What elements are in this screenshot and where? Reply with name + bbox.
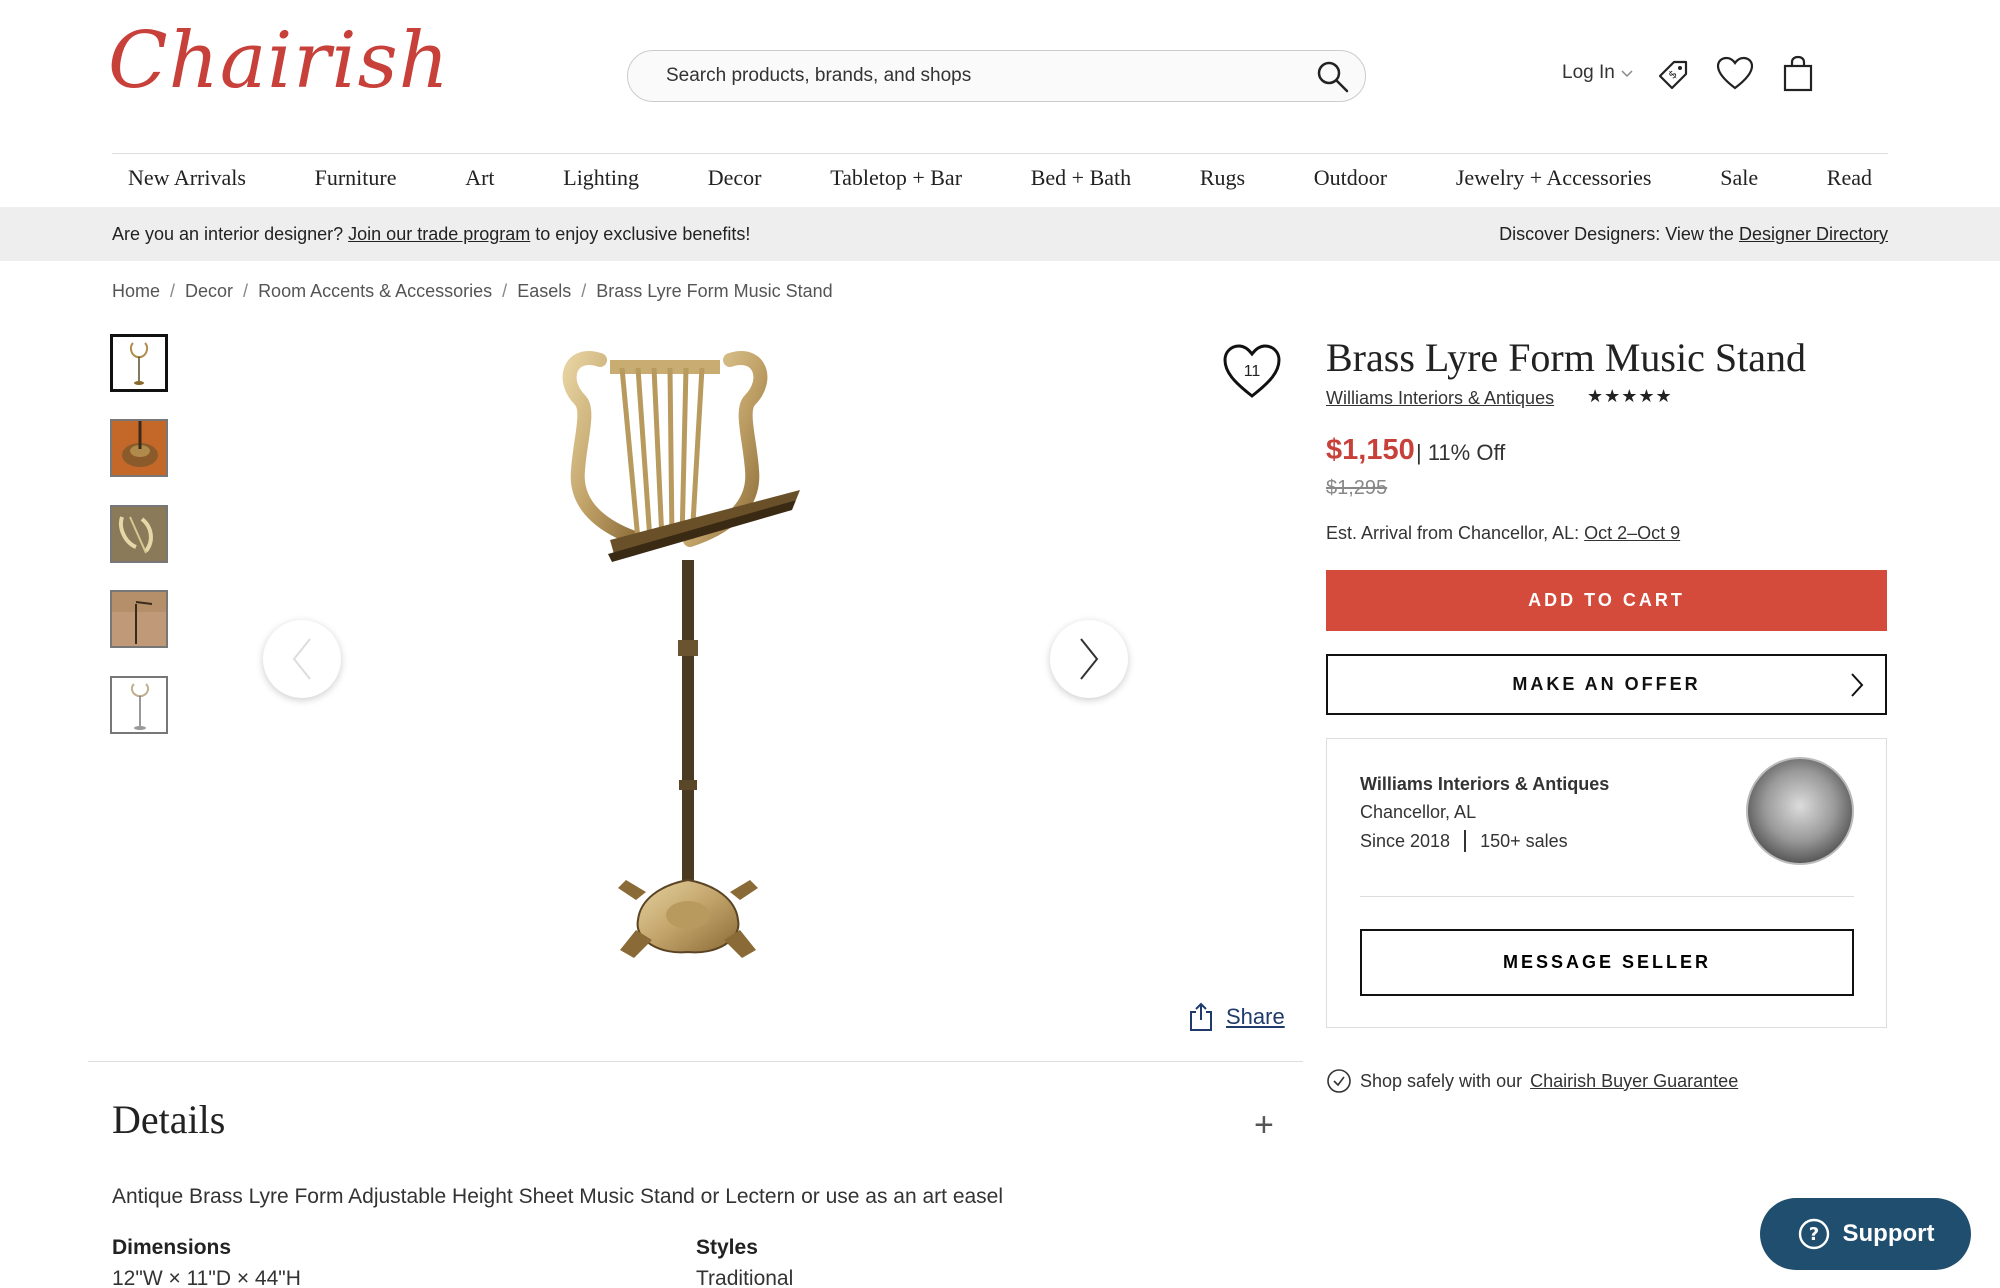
expand-details-icon[interactable]: + <box>1254 1106 1274 1145</box>
support-button[interactable]: ? Support <box>1760 1198 1971 1270</box>
details-divider <box>88 1061 1303 1062</box>
nav-item-new-arrivals[interactable]: New Arrivals <box>128 165 246 191</box>
chairish-logo[interactable]: Chairish <box>108 22 450 100</box>
product-description: Antique Brass Lyre Form Adjustable Heigh… <box>112 1185 1004 1208</box>
breadcrumb-room-accents[interactable]: Room Accents & Accessories <box>258 281 492 302</box>
details-heading: Details <box>112 1097 226 1142</box>
nav-item-furniture[interactable]: Furniture <box>315 165 397 191</box>
breadcrumb-current: Brass Lyre Form Music Stand <box>596 281 833 301</box>
dimensions-value: 12"W × 11"D × 44"H <box>112 1267 301 1288</box>
sale-price: $1,150 <box>1326 434 1415 466</box>
check-circle-icon <box>1327 1069 1351 1093</box>
product-main-image[interactable] <box>560 340 820 980</box>
arrival-label: Est. Arrival from Chancellor, AL: <box>1326 523 1580 543</box>
discount-label: | 11% Off <box>1416 440 1506 465</box>
seller-sales: 150+ sales <box>1480 830 1568 851</box>
help-icon: ? <box>1798 1218 1829 1250</box>
original-price: $1,295 <box>1326 477 1388 499</box>
login-menu[interactable]: Log In <box>1562 62 1633 84</box>
seller-card-divider <box>1360 896 1854 897</box>
nav-item-tabletop-bar[interactable]: Tabletop + Bar <box>830 165 962 191</box>
seller-rating: ★★★★★ <box>1587 386 1673 406</box>
nav-item-art[interactable]: Art <box>465 165 494 191</box>
breadcrumb-separator: / <box>581 281 587 301</box>
breadcrumb-separator: / <box>170 281 176 301</box>
thumbnail-3[interactable] <box>110 505 168 563</box>
trade-banner-text: Are you an interior designer? <box>112 224 344 244</box>
search-input[interactable] <box>666 51 1286 101</box>
prev-image-button[interactable] <box>263 620 341 698</box>
chevron-left-icon <box>292 638 311 680</box>
add-to-cart-button[interactable]: ADD TO CART <box>1326 570 1887 631</box>
seller-link[interactable]: Williams Interiors & Antiques <box>1326 388 1554 409</box>
favorite-count: 11 <box>1243 363 1261 380</box>
share-icon <box>1190 1002 1212 1031</box>
arrival-dates-link[interactable]: Oct 2–Oct 9 <box>1584 523 1680 543</box>
svg-text:?: ? <box>1808 1224 1818 1245</box>
nav-item-bed-bath[interactable]: Bed + Bath <box>1031 165 1131 191</box>
next-image-button[interactable] <box>1050 620 1128 698</box>
nav-item-rugs[interactable]: Rugs <box>1200 165 1245 191</box>
styles-label: Styles <box>696 1236 758 1259</box>
nav-item-sale[interactable]: Sale <box>1720 165 1758 191</box>
trade-program-link[interactable]: Join our trade program <box>348 224 530 244</box>
price-tag-icon[interactable]: $ <box>1652 54 1692 94</box>
seller-since: Since 2018 <box>1360 830 1451 851</box>
guarantee-link[interactable]: Chairish Buyer Guarantee <box>1530 1071 1738 1092</box>
share-button[interactable]: Share <box>1188 1002 1285 1032</box>
trade-banner-suffix: to enjoy exclusive benefits! <box>535 224 751 244</box>
share-label[interactable]: Share <box>1226 1004 1285 1030</box>
dimensions-label: Dimensions <box>112 1236 232 1259</box>
seller-avatar[interactable] <box>1746 757 1854 865</box>
breadcrumb: Home / Decor / Room Accents & Accessories /… <box>112 281 833 302</box>
breadcrumb-home[interactable]: Home <box>112 281 160 302</box>
support-label: Support <box>1842 1220 1935 1247</box>
login-label[interactable]: Log In <box>1562 62 1615 84</box>
nav-item-outdoor[interactable]: Outdoor <box>1314 165 1387 191</box>
heart-icon[interactable] <box>1715 54 1755 94</box>
styles-value[interactable]: Traditional <box>696 1267 793 1288</box>
estimated-arrival: Est. Arrival from Chancellor, AL: Oct 2–… <box>1326 523 1680 544</box>
chevron-down-icon <box>1621 62 1633 84</box>
nav-divider <box>112 153 1888 154</box>
guarantee-text: Shop safely with our <box>1360 1070 1523 1091</box>
chevron-right-icon <box>1851 673 1864 697</box>
seller-stats: Since 2018 150+ sales <box>1360 830 1568 852</box>
seller-card: Williams Interiors & Antiques Chancellor… <box>1326 738 1887 1028</box>
main-nav: New Arrivals Furniture Art Lighting Deco… <box>112 165 1888 191</box>
nav-item-read[interactable]: Read <box>1827 165 1872 191</box>
seller-location: Chancellor, AL <box>1360 802 1477 822</box>
breadcrumb-decor[interactable]: Decor <box>185 281 233 302</box>
shopping-bag-icon[interactable] <box>1778 54 1818 94</box>
product-title: Brass Lyre Form Music Stand <box>1326 335 1806 380</box>
make-offer-button[interactable]: MAKE AN OFFER <box>1326 654 1887 715</box>
chevron-right-icon <box>1080 638 1099 680</box>
thumbnail-4[interactable] <box>110 590 168 648</box>
designer-directory-text: Discover Designers: View the <box>1499 224 1734 244</box>
search-bar[interactable] <box>627 50 1366 102</box>
favorite-button[interactable]: 11 <box>1222 342 1282 402</box>
buyer-guarantee: Shop safely with our Chairish Buyer Guar… <box>1326 1068 1738 1094</box>
thumbnail-5[interactable] <box>110 676 168 734</box>
message-seller-button[interactable]: MESSAGE SELLER <box>1360 929 1854 996</box>
nav-item-decor[interactable]: Decor <box>708 165 762 191</box>
breadcrumb-easels[interactable]: Easels <box>517 281 571 302</box>
nav-item-lighting[interactable]: Lighting <box>563 165 639 191</box>
thumbnail-1[interactable] <box>110 334 168 392</box>
seller-card-name[interactable]: Williams Interiors & Antiques <box>1360 774 1609 795</box>
search-icon[interactable] <box>1315 59 1351 100</box>
thumbnail-2[interactable] <box>110 419 168 477</box>
make-offer-label: MAKE AN OFFER <box>1512 674 1701 694</box>
nav-item-jewelry-accessories[interactable]: Jewelry + Accessories <box>1456 165 1652 191</box>
svg-text:$: $ <box>1666 68 1680 82</box>
breadcrumb-separator: / <box>243 281 249 301</box>
trade-banner: Are you an interior designer? Join our t… <box>0 207 2000 261</box>
stats-divider <box>1464 830 1467 852</box>
designer-directory-link[interactable]: Designer Directory <box>1739 224 1888 244</box>
breadcrumb-separator: / <box>502 281 508 301</box>
